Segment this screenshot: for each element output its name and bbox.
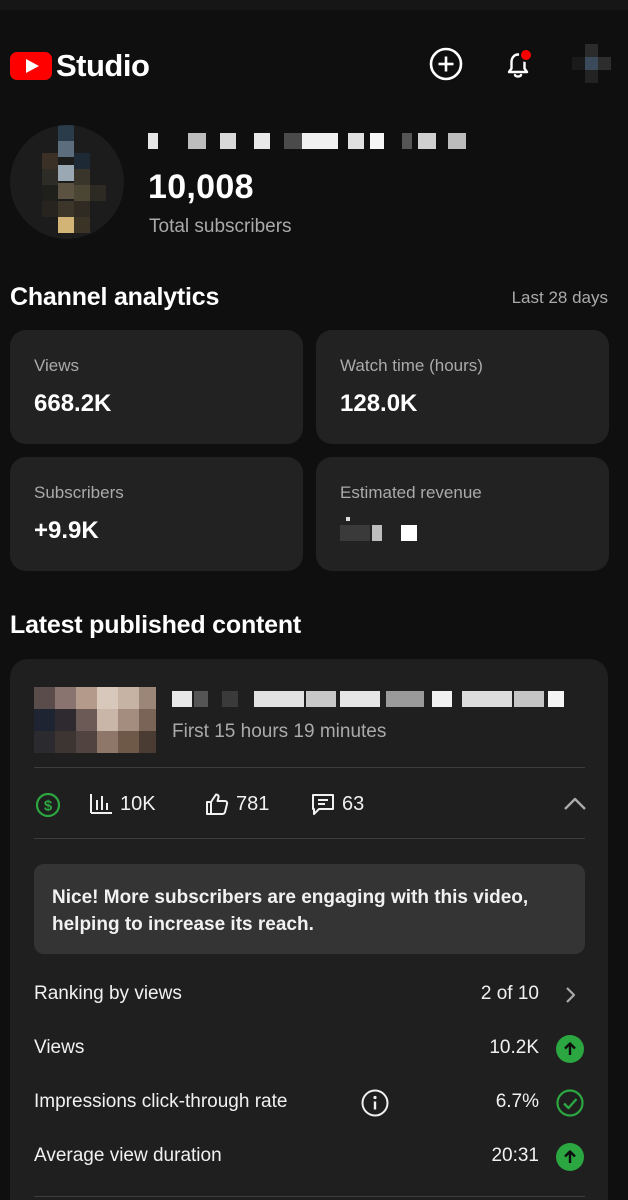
- info-icon[interactable]: [360, 1088, 390, 1124]
- card-value: +9.9K: [34, 517, 99, 544]
- subscribers-card[interactable]: Subscribers +9.9K: [10, 457, 303, 571]
- plus-circle-icon: [429, 47, 463, 81]
- monetization-status[interactable]: $: [34, 791, 62, 819]
- views-stat[interactable]: 10K: [88, 791, 156, 817]
- arrow-up-circle-icon: [555, 1034, 585, 1064]
- video-time-window: First 15 hours 19 minutes: [172, 721, 387, 742]
- bar-chart-icon: [90, 794, 112, 814]
- chevron-up-icon: [564, 797, 586, 810]
- total-subscribers-value: 10,008: [148, 168, 254, 206]
- ctr-metric-row: Impressions click-through rate 6.7%: [34, 1085, 585, 1119]
- card-label: Watch time (hours): [340, 356, 483, 375]
- views-metric-row: Views 10.2K: [34, 1031, 585, 1065]
- watch-time-card[interactable]: Watch time (hours) 128.0K: [316, 330, 609, 444]
- comments-stat[interactable]: 63: [310, 791, 364, 817]
- studio-dashboard: Studio 10,008 Total subscribers Channel …: [0, 0, 628, 1200]
- card-label: Subscribers: [34, 483, 124, 502]
- chevron-right-icon: [555, 980, 585, 1010]
- video-stats-row: $ 10K 781 63: [34, 787, 588, 825]
- divider: [34, 838, 585, 839]
- logo-text: Studio: [56, 48, 150, 83]
- latest-content-title: Latest published content: [10, 611, 302, 639]
- avd-metric-row: Average view duration 20:31: [34, 1139, 585, 1173]
- bell-icon: [507, 48, 533, 78]
- metric-label: Impressions click-through rate: [34, 1091, 288, 1112]
- metric-label: Views: [34, 1037, 85, 1058]
- card-label: Views: [34, 356, 80, 375]
- channel-avatar: [10, 125, 124, 239]
- collapse-button[interactable]: [562, 791, 588, 817]
- divider: [34, 1196, 585, 1197]
- views-count: 10K: [120, 792, 156, 815]
- ranking-row[interactable]: Ranking by views 2 of 10: [34, 977, 585, 1011]
- metric-value: 20:31: [491, 1145, 539, 1166]
- views-card[interactable]: Views 668.2K: [10, 330, 303, 444]
- dollar-circle-icon: $: [35, 792, 61, 818]
- card-label: Estimated revenue: [340, 483, 482, 502]
- likes-stat[interactable]: 781: [204, 791, 269, 817]
- metric-value: 6.7%: [495, 1091, 539, 1112]
- status-strip: [0, 0, 628, 10]
- app-header: Studio: [0, 34, 628, 92]
- estimated-revenue-card[interactable]: Estimated revenue: [316, 457, 609, 571]
- notifications-button[interactable]: [498, 44, 538, 84]
- likes-count: 781: [236, 792, 270, 815]
- video-thumbnail[interactable]: [34, 687, 156, 753]
- create-button[interactable]: [426, 44, 466, 84]
- metric-value: 2 of 10: [480, 983, 539, 1004]
- channel-name-redacted: [148, 130, 478, 152]
- thumbs-up-icon: [206, 793, 229, 815]
- card-value: 668.2K: [34, 390, 112, 417]
- video-title-redacted[interactable]: [172, 687, 572, 709]
- check-circle-icon: [555, 1088, 585, 1118]
- insight-text: Nice! More subscribers are engaging with…: [52, 887, 529, 935]
- notification-dot: [519, 48, 533, 62]
- metric-value: 10.2K: [489, 1037, 539, 1058]
- total-subscribers-label: Total subscribers: [149, 216, 292, 237]
- avatar: [572, 44, 612, 84]
- youtube-play-icon: [10, 52, 52, 80]
- insight-banner: Nice! More subscribers are engaging with…: [34, 864, 585, 954]
- card-value: 128.0K: [340, 390, 418, 417]
- metric-label: Ranking by views: [34, 983, 182, 1004]
- comment-icon: [312, 794, 334, 815]
- date-range-label: Last 28 days: [511, 288, 608, 307]
- divider: [34, 767, 585, 768]
- channel-analytics-title: Channel analytics: [10, 283, 220, 311]
- studio-logo[interactable]: Studio: [10, 48, 150, 84]
- account-avatar-button[interactable]: [572, 44, 612, 84]
- arrow-up-circle-icon: [555, 1142, 585, 1172]
- latest-video-card: First 15 hours 19 minutes $ 10K 781 63 N…: [10, 659, 608, 1200]
- svg-text:$: $: [44, 798, 53, 815]
- metric-label: Average view duration: [34, 1145, 222, 1166]
- comments-count: 63: [342, 792, 365, 815]
